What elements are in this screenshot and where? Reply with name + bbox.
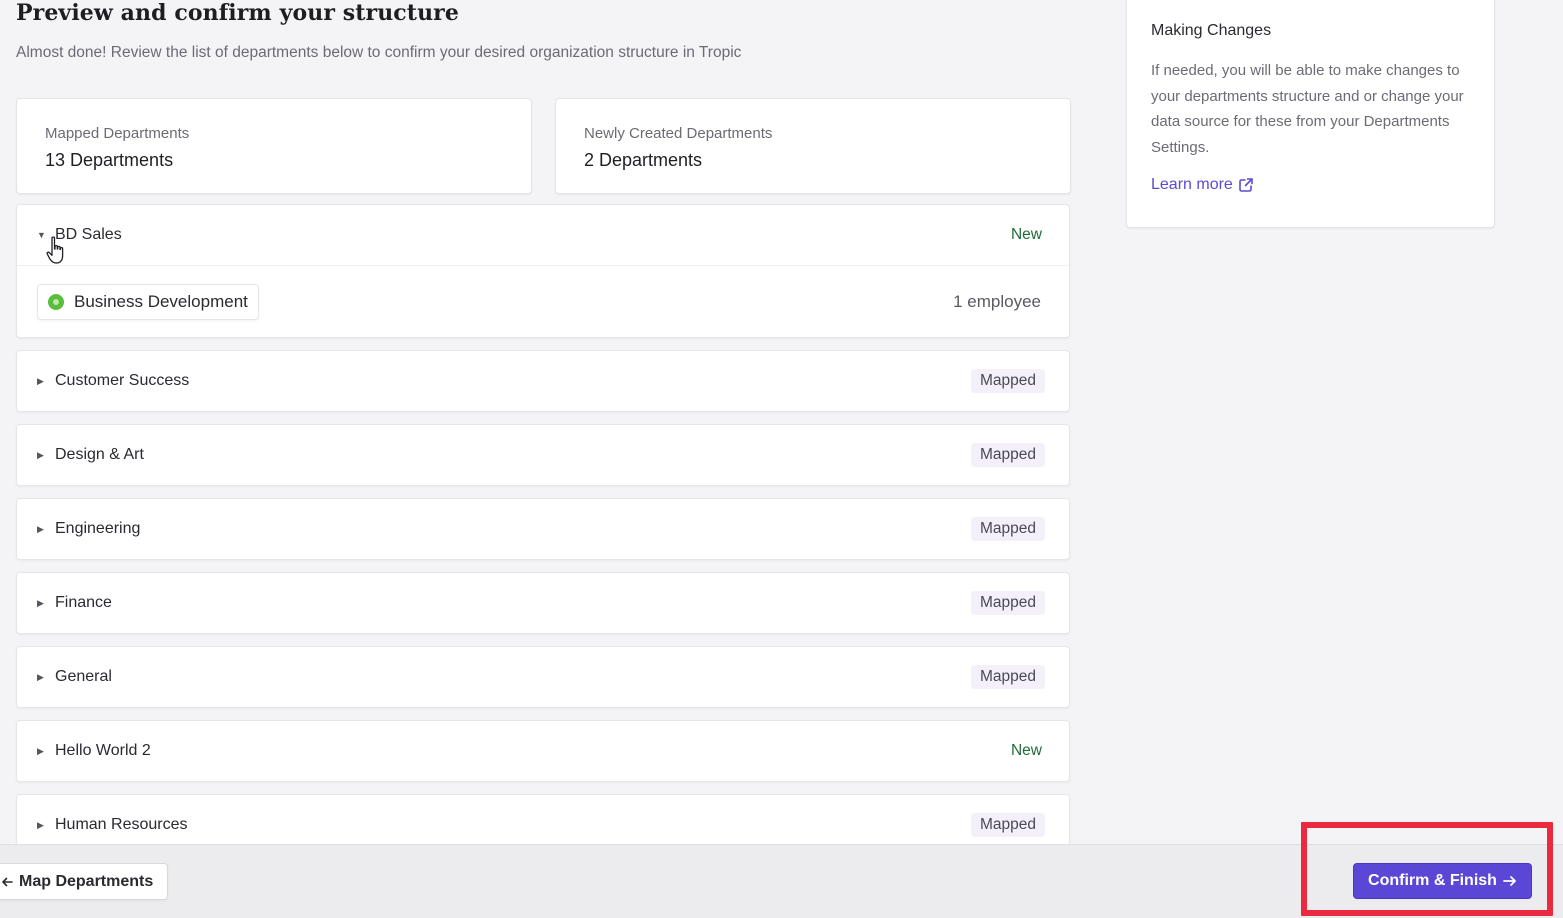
making-changes-text: If needed, you will be able to make chan…: [1151, 62, 1464, 156]
status-badge: Mapped: [970, 665, 1045, 689]
department-header[interactable]: ▶ Customer Success Mapped: [17, 351, 1069, 411]
department-header[interactable]: ▶ Engineering Mapped: [17, 499, 1069, 559]
department-item-hello-world-2: ▶ Hello World 2 New: [16, 720, 1070, 782]
caret-right-icon[interactable]: ▶: [37, 598, 53, 609]
caret-right-icon[interactable]: ▶: [37, 450, 53, 461]
making-changes-card: Making Changes If needed, you will be ab…: [1126, 0, 1495, 228]
department-item-bd-sales: ▼ BD Sales New Business Development 1 em…: [16, 204, 1070, 338]
status-badge: Mapped: [970, 591, 1045, 615]
department-header[interactable]: ▶ General Mapped: [17, 647, 1069, 707]
back-button-label: Map Departments: [19, 872, 154, 890]
department-list: ▼ BD Sales New Business Development 1 em…: [16, 204, 1070, 868]
department-name: Customer Success: [55, 372, 190, 389]
mapped-departments-value: 13 Departments: [45, 150, 174, 170]
making-changes-heading: Making Changes: [1151, 22, 1272, 39]
map-departments-back-button[interactable]: Map Departments: [0, 863, 169, 900]
sub-department-chip: Business Development: [37, 283, 259, 320]
created-departments-value: 2 Departments: [584, 150, 703, 170]
department-name: Finance: [55, 594, 112, 611]
hand-pointer-icon: [46, 236, 64, 264]
department-header[interactable]: ▶ Design & Art Mapped: [17, 425, 1069, 485]
department-header[interactable]: ▼ BD Sales New: [17, 205, 1069, 265]
learn-more-label: Learn more: [1151, 176, 1233, 193]
employee-count: 1 employee: [953, 291, 1041, 311]
status-badge: Mapped: [970, 443, 1045, 467]
caret-right-icon[interactable]: ▶: [37, 746, 53, 757]
department-header[interactable]: ▶ Finance Mapped: [17, 573, 1069, 633]
department-name: General: [55, 668, 112, 685]
status-badge: Mapped: [970, 813, 1045, 837]
arrow-left-icon: [2, 877, 13, 886]
mapped-departments-label: Mapped Departments: [45, 125, 190, 142]
department-header[interactable]: ▶ Hello World 2 New: [17, 721, 1069, 781]
department-item-design-art: ▶ Design & Art Mapped: [16, 424, 1070, 486]
status-badge: New: [1010, 742, 1042, 759]
confirm-finish-button[interactable]: Confirm & Finish: [1353, 863, 1532, 899]
caret-right-icon[interactable]: ▶: [37, 376, 53, 387]
sub-department-name: Business Development: [74, 291, 248, 311]
page: Preview and confirm your structure Almos…: [0, 0, 1563, 918]
department-children: Business Development 1 employee: [17, 265, 1069, 337]
caret-right-icon[interactable]: ▶: [37, 672, 53, 683]
created-departments-card: Newly Created Departments 2 Departments: [555, 98, 1071, 194]
department-name: Human Resources: [55, 816, 188, 833]
learn-more-link[interactable]: Learn more: [1151, 176, 1254, 194]
department-item-finance: ▶ Finance Mapped: [16, 572, 1070, 634]
status-badge: Mapped: [970, 517, 1045, 541]
arrow-right-icon: [1503, 876, 1516, 886]
department-dot-icon: [48, 293, 64, 310]
mapped-departments-card: Mapped Departments 13 Departments: [16, 98, 532, 194]
department-name: Hello World 2: [55, 742, 151, 759]
created-departments-label: Newly Created Departments: [584, 125, 773, 142]
department-item-general: ▶ General Mapped: [16, 646, 1070, 708]
status-badge: New: [1010, 226, 1042, 243]
status-badge: Mapped: [970, 369, 1045, 393]
department-item-engineering: ▶ Engineering Mapped: [16, 498, 1070, 560]
department-name: Design & Art: [55, 446, 144, 463]
external-link-icon: [1239, 178, 1253, 192]
caret-right-icon[interactable]: ▶: [37, 524, 53, 535]
page-subtitle: Almost done! Review the list of departme…: [16, 44, 742, 61]
confirm-button-label: Confirm & Finish: [1368, 872, 1497, 889]
department-name: Engineering: [55, 520, 141, 537]
department-item-customer-success: ▶ Customer Success Mapped: [16, 350, 1070, 412]
page-title: Preview and confirm your structure: [16, 0, 459, 26]
caret-right-icon[interactable]: ▶: [37, 820, 53, 831]
